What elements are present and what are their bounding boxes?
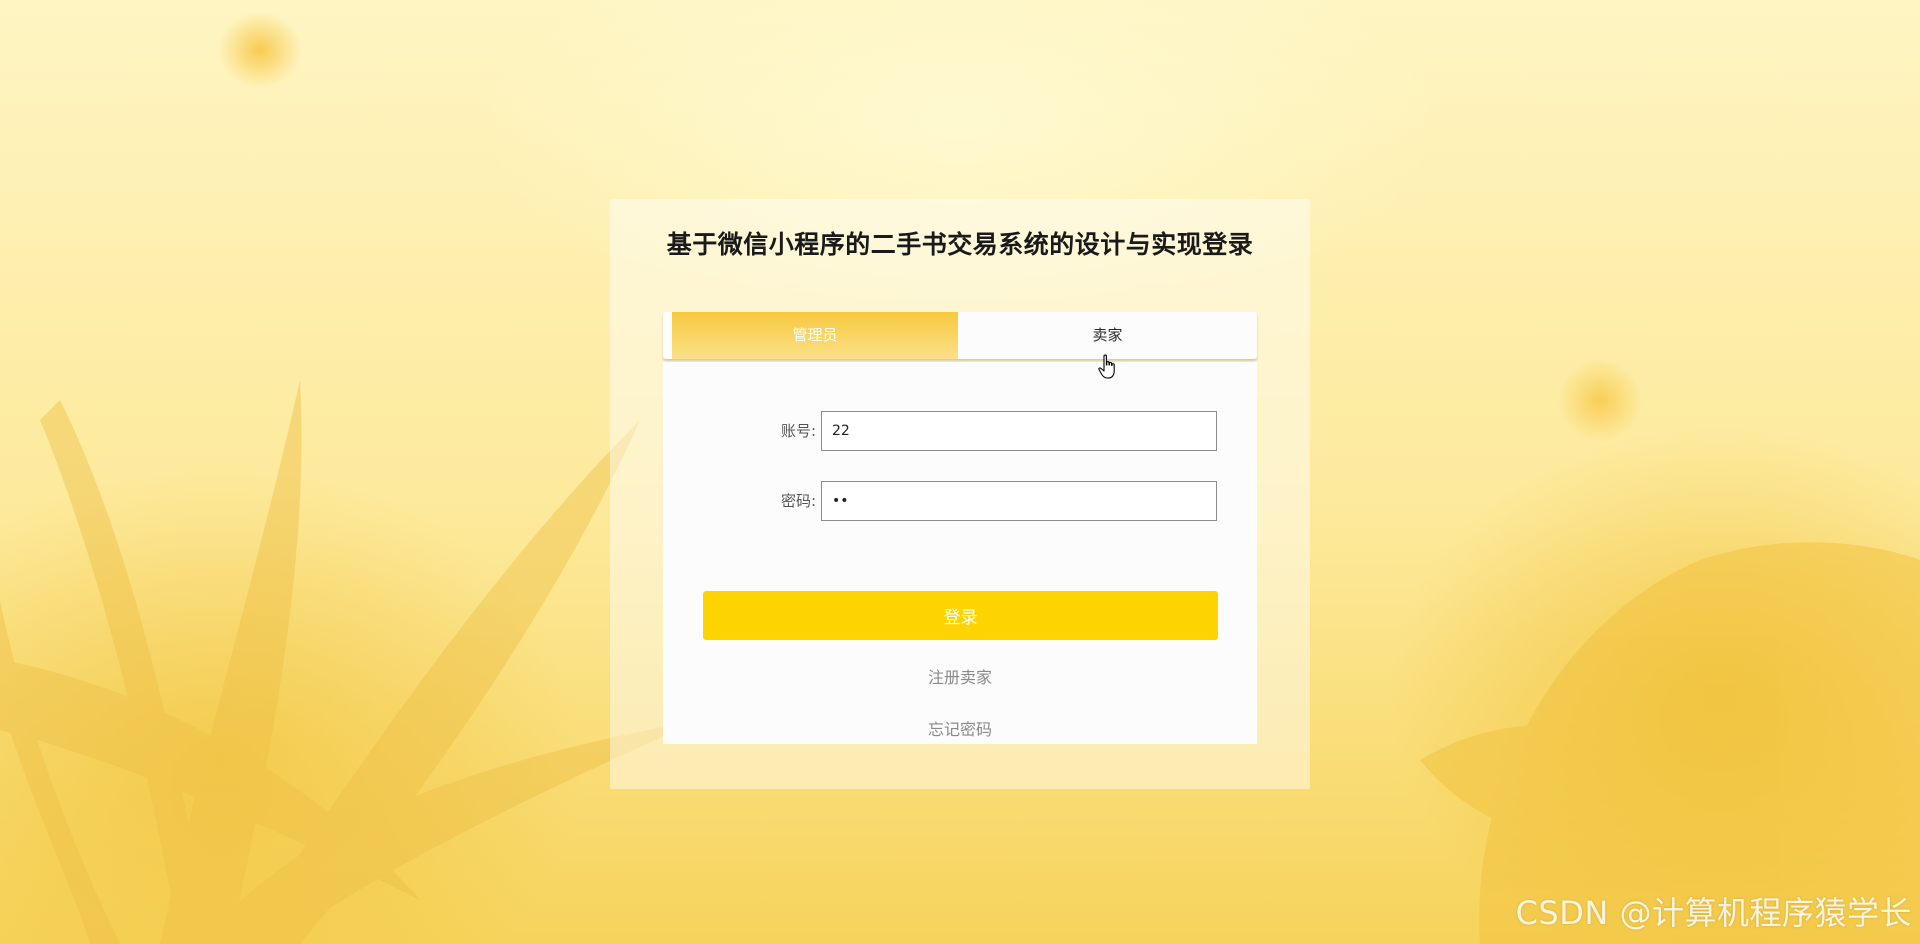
account-input[interactable] (821, 411, 1217, 451)
password-input[interactable] (821, 481, 1217, 521)
login-card: 基于微信小程序的二手书交易系统的设计与实现登录 管理员 卖家 账号: 密码: 登… (610, 199, 1310, 789)
password-row: 密码: (663, 481, 1257, 521)
tab-seller[interactable]: 卖家 (958, 312, 1257, 359)
account-row: 账号: (663, 411, 1257, 451)
login-button[interactable]: 登录 (703, 591, 1218, 640)
account-label: 账号: (780, 422, 816, 440)
watermark: CSDN @计算机程序猿学长 (1515, 894, 1912, 932)
tab-admin[interactable]: 管理员 (672, 312, 958, 359)
page-title: 基于微信小程序的二手书交易系统的设计与实现登录 (666, 230, 1254, 259)
password-label: 密码: (780, 492, 816, 510)
register-seller-link[interactable]: 注册卖家 (663, 664, 1257, 688)
forgot-password-link[interactable]: 忘记密码 (663, 716, 1257, 740)
role-tab-bar: 管理员 卖家 (663, 312, 1257, 359)
hand-cursor-icon (1098, 354, 1118, 384)
login-form: 账号: 密码: 登录 注册卖家 忘记密码 (663, 362, 1257, 744)
